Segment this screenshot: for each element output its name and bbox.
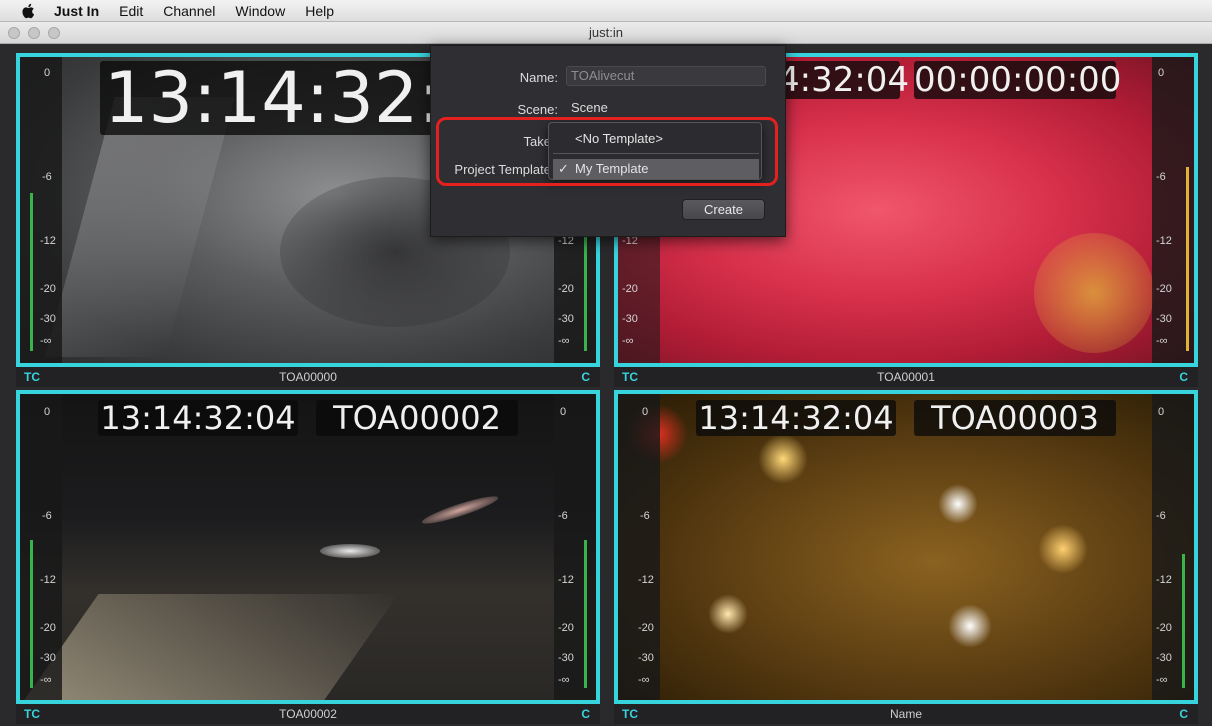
apple-icon[interactable] bbox=[20, 2, 38, 20]
meter-tick: -30 bbox=[638, 652, 654, 664]
meter-tick: -20 bbox=[1156, 283, 1172, 295]
timecode-overlay: 4:32:04 bbox=[778, 60, 910, 100]
name-input[interactable]: TOAlivecut bbox=[566, 66, 766, 86]
annotation-highlight-box bbox=[436, 117, 778, 186]
meter-tick: -∞ bbox=[40, 674, 52, 686]
audio-meter-right: 0 -6 -12 -20 -30 -∞ bbox=[554, 394, 596, 700]
meter-tick: -30 bbox=[558, 652, 574, 664]
channel-panel-3[interactable]: 13:14:32:04 TOA00002 0 -6 -12 -20 -30 -∞… bbox=[16, 390, 600, 724]
name-overlay: 00:00:00:00 bbox=[914, 60, 1122, 100]
meter-tick: -∞ bbox=[40, 335, 52, 347]
meter-tick: -6 bbox=[558, 510, 568, 522]
video-preview bbox=[618, 394, 1194, 700]
clip-name: TOA00002 bbox=[279, 707, 337, 721]
meter-tick: -30 bbox=[1156, 313, 1172, 325]
clip-name: Name bbox=[889, 707, 922, 721]
meter-tick: -6 bbox=[42, 510, 52, 522]
name-overlay: TOA00002 bbox=[316, 400, 518, 436]
close-window-button[interactable] bbox=[8, 27, 20, 39]
meter-tick: -6 bbox=[1156, 510, 1166, 522]
video-preview bbox=[20, 394, 596, 700]
audio-meter-left: 0 -6 -12 -20 -30 -∞ bbox=[618, 394, 660, 700]
clip-name: TOA00000 bbox=[279, 370, 337, 384]
meter-tick: -6 bbox=[42, 171, 52, 183]
audio-meter-right: 0 -6 -12 -20 -30 -∞ bbox=[1152, 394, 1194, 700]
menu-edit[interactable]: Edit bbox=[119, 3, 143, 19]
meter-tick: -20 bbox=[622, 283, 638, 295]
meter-tick: 0 bbox=[1158, 67, 1165, 79]
meter-tick: -∞ bbox=[558, 335, 570, 347]
meter-tick: -12 bbox=[638, 574, 654, 586]
scene-label: Scene: bbox=[517, 102, 558, 117]
meter-tick: -6 bbox=[640, 510, 650, 522]
menu-help[interactable]: Help bbox=[305, 3, 334, 19]
create-button[interactable]: Create bbox=[682, 199, 765, 220]
meter-tick: -12 bbox=[558, 574, 574, 586]
meter-tick: 0 bbox=[44, 67, 51, 79]
meter-tick: -20 bbox=[558, 622, 574, 634]
panel-footer: TC TOA00002 C bbox=[16, 704, 600, 724]
panel-footer: TC TOA00000 C bbox=[16, 367, 600, 387]
meter-tick: 0 bbox=[560, 406, 567, 418]
audio-meter-left: 0 -6 -12 -20 -30 -∞ bbox=[20, 394, 62, 700]
channel-panel-4[interactable]: 13:14:32:04 TOA00003 0 -6 -12 -20 -30 -∞… bbox=[614, 390, 1198, 724]
video-frame[interactable]: 13:14:32:04 TOA00002 0 -6 -12 -20 -30 -∞… bbox=[16, 390, 600, 704]
meter-tick: -20 bbox=[40, 622, 56, 634]
minimize-window-button[interactable] bbox=[28, 27, 40, 39]
timecode-overlay: 13:14:32:04 bbox=[98, 400, 298, 436]
meter-tick: -12 bbox=[40, 235, 56, 247]
meter-tick: 0 bbox=[44, 406, 51, 418]
audio-meter-left: 0 -6 -12 -20 -30 -∞ bbox=[20, 57, 62, 363]
meter-tick: -20 bbox=[40, 283, 56, 295]
window-title-bar: just:in bbox=[0, 22, 1212, 44]
meter-tick: -∞ bbox=[1156, 674, 1168, 686]
c-label[interactable]: C bbox=[581, 707, 590, 721]
meter-tick: 0 bbox=[1158, 406, 1165, 418]
meter-tick: -∞ bbox=[558, 674, 570, 686]
menu-app-name[interactable]: Just In bbox=[54, 3, 99, 19]
panel-footer: TC Name C bbox=[614, 704, 1198, 724]
timecode-overlay: 13:14:32:04 bbox=[696, 400, 896, 436]
meter-tick: -30 bbox=[558, 313, 574, 325]
meter-tick: -12 bbox=[1156, 235, 1172, 247]
meter-tick: -6 bbox=[1156, 171, 1166, 183]
meter-tick: -12 bbox=[40, 574, 56, 586]
name-label: Name: bbox=[519, 70, 558, 85]
meter-tick: 0 bbox=[642, 406, 649, 418]
meter-tick: -∞ bbox=[1156, 335, 1168, 347]
audio-meter-right: 0 -6 -12 -20 -30 -∞ bbox=[1152, 57, 1194, 363]
panel-footer: TC TOA00001 C bbox=[614, 367, 1198, 387]
window-title: just:in bbox=[589, 25, 623, 40]
meter-tick: -30 bbox=[622, 313, 638, 325]
clip-name: TOA00001 bbox=[877, 370, 935, 384]
meter-tick: -∞ bbox=[638, 674, 650, 686]
menu-channel[interactable]: Channel bbox=[163, 3, 215, 19]
menu-bar: Just In Edit Channel Window Help bbox=[0, 0, 1212, 22]
scene-input[interactable]: Scene bbox=[566, 98, 766, 118]
meter-tick: -30 bbox=[1156, 652, 1172, 664]
meter-tick: -20 bbox=[558, 283, 574, 295]
meter-tick: -20 bbox=[638, 622, 654, 634]
meter-tick: -30 bbox=[40, 313, 56, 325]
c-label[interactable]: C bbox=[1179, 707, 1188, 721]
name-overlay: TOA00003 bbox=[914, 400, 1116, 436]
menu-window[interactable]: Window bbox=[235, 3, 285, 19]
meter-tick: -20 bbox=[1156, 622, 1172, 634]
c-label[interactable]: C bbox=[1179, 370, 1188, 384]
meter-tick: -12 bbox=[1156, 574, 1172, 586]
video-frame[interactable]: 13:14:32:04 TOA00003 0 -6 -12 -20 -30 -∞… bbox=[614, 390, 1198, 704]
zoom-window-button[interactable] bbox=[48, 27, 60, 39]
c-label[interactable]: C bbox=[581, 370, 590, 384]
meter-tick: -∞ bbox=[622, 335, 634, 347]
meter-tick: -30 bbox=[40, 652, 56, 664]
